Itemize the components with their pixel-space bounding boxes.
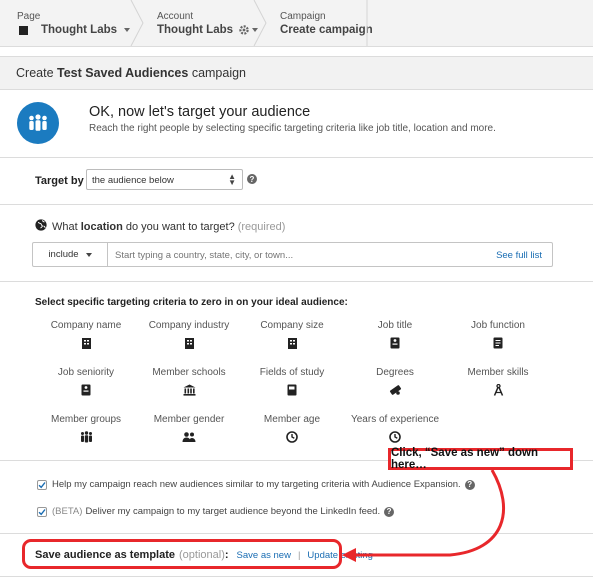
criteria-label: Job function xyxy=(471,320,525,331)
target-by-value: the audience below xyxy=(92,175,174,186)
criteria-job-function[interactable]: Job function xyxy=(443,320,553,349)
location-question: What location do you want to target? (re… xyxy=(35,219,285,234)
divider xyxy=(0,281,593,282)
criteria-fields-of-study[interactable]: Fields of study xyxy=(237,367,347,396)
campaign-name: Test Saved Audiences xyxy=(57,66,189,80)
help-icon[interactable]: ? xyxy=(247,174,257,184)
criteria-member-groups[interactable]: Member groups xyxy=(31,414,141,443)
document-icon xyxy=(443,337,553,349)
clock-icon xyxy=(340,431,450,443)
criteria-label: Fields of study xyxy=(259,367,325,378)
breadcrumb-page-label: Page xyxy=(17,11,41,22)
building-icon xyxy=(134,337,244,349)
title-prefix: Create xyxy=(16,66,54,80)
location-q-bold: location xyxy=(80,220,123,233)
criteria-label: Job seniority xyxy=(57,367,115,378)
annotation-highlight-box xyxy=(22,539,342,569)
criteria-company-industry[interactable]: Company industry xyxy=(134,320,244,349)
breadcrumb-page-value: Thought Labs xyxy=(41,24,118,36)
page-title: Create Test Saved Audiences campaign xyxy=(0,56,593,90)
location-field: include See full list xyxy=(32,242,553,267)
target-by-select[interactable]: the audience below ▲ ▼ xyxy=(86,169,243,190)
criteria-member-schools[interactable]: Member schools xyxy=(134,367,244,396)
breadcrumb-campaign: Campaign Create campaign xyxy=(280,0,373,46)
criteria-label: Company name xyxy=(50,320,122,331)
breadcrumb: Page Thought Labs Account Thought Labs C… xyxy=(0,0,593,47)
breadcrumb-campaign-label: Campaign xyxy=(280,11,326,22)
criteria-label: Degrees xyxy=(376,367,414,378)
breadcrumb-separator xyxy=(366,0,380,46)
beta-badge: (BETA) xyxy=(52,506,83,517)
location-q-suffix: do you want to target? xyxy=(125,220,235,233)
people-icon xyxy=(134,431,244,443)
building-icon xyxy=(237,337,347,349)
annotation-callout: Click, “Save as new” down here… xyxy=(388,447,573,471)
see-full-list-link[interactable]: See full list xyxy=(496,250,542,261)
criteria-label: Member skills xyxy=(467,367,529,378)
title-suffix: campaign xyxy=(191,66,247,80)
criteria-title: Select specific targeting criteria to ze… xyxy=(35,297,348,308)
breadcrumb-account[interactable]: Account Thought Labs xyxy=(157,0,259,46)
criteria-label: Job title xyxy=(377,320,413,331)
criteria-label: Member groups xyxy=(50,414,122,425)
breadcrumb-separator xyxy=(130,0,144,46)
criteria-member-age[interactable]: Member age xyxy=(237,414,347,443)
audience-icon xyxy=(17,102,59,144)
criteria-job-seniority[interactable]: Job seniority xyxy=(31,367,141,396)
criteria-label: Company size xyxy=(260,320,324,331)
include-dropdown[interactable]: include xyxy=(33,243,108,266)
chevron-down-icon xyxy=(85,252,92,257)
criteria-company-size[interactable]: Company size xyxy=(237,320,347,349)
checkbox[interactable] xyxy=(37,479,47,490)
location-input[interactable] xyxy=(115,250,435,261)
breadcrumb-account-label: Account xyxy=(157,11,194,22)
breadcrumb-account-value: Thought Labs xyxy=(157,24,234,36)
building-icon xyxy=(31,337,141,349)
page-square-icon xyxy=(19,25,28,35)
breadcrumb-campaign-value: Create campaign xyxy=(280,24,373,36)
globe-icon xyxy=(35,219,47,234)
criteria-label: Member schools xyxy=(152,367,226,378)
breadcrumb-page[interactable]: Page Thought Labs xyxy=(17,0,131,46)
group-icon xyxy=(31,431,141,443)
criteria-years-of-experience[interactable]: Years of experience xyxy=(340,414,450,443)
criteria-label: Member gender xyxy=(153,414,225,425)
intro-title: OK, now let's target your audience xyxy=(89,104,311,120)
breadcrumb-separator xyxy=(253,0,267,46)
criteria-company-name[interactable]: Company name xyxy=(31,320,141,349)
diploma-icon xyxy=(340,384,450,396)
criteria-degrees[interactable]: Degrees xyxy=(340,367,450,396)
location-q-prefix: What xyxy=(52,220,78,233)
intro-panel: OK, now let's target your audience Reach… xyxy=(0,90,593,158)
school-icon xyxy=(134,384,244,396)
divider xyxy=(0,204,593,205)
required-label: (required) xyxy=(237,220,286,233)
badge-icon xyxy=(340,337,450,349)
target-by-label: Target by xyxy=(35,175,84,187)
criteria-label: Member age xyxy=(263,414,321,425)
annotation-arrow-icon xyxy=(342,469,506,562)
criteria-member-gender[interactable]: Member gender xyxy=(134,414,244,443)
compass-icon xyxy=(443,384,553,396)
badge-icon xyxy=(31,384,141,396)
book-icon xyxy=(237,384,347,396)
criteria-label: Company industry xyxy=(148,320,230,331)
criteria-label: Years of experience xyxy=(350,414,440,425)
include-value: include xyxy=(48,249,79,260)
intro-subtitle: Reach the right people by selecting spec… xyxy=(89,123,496,134)
criteria-member-skills[interactable]: Member skills xyxy=(443,367,553,396)
checkbox[interactable] xyxy=(37,506,47,517)
divider xyxy=(0,576,593,577)
updown-chevron-icon: ▲ ▼ xyxy=(228,172,236,187)
clock-icon xyxy=(237,431,347,443)
criteria-job-title[interactable]: Job title xyxy=(340,320,450,349)
